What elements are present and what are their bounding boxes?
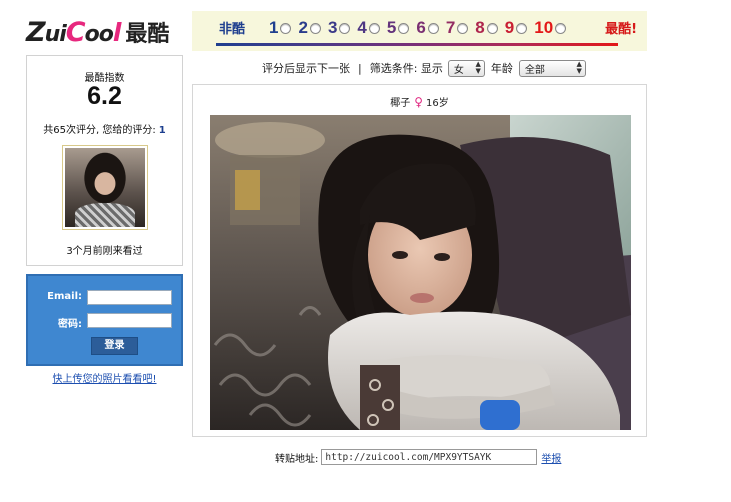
rating-option-9[interactable]: 9 [504,17,528,37]
share-label: 转贴地址: [275,453,319,465]
logo-letter: Z [26,16,46,48]
rating-number: 4 [357,17,367,37]
rating-number: 6 [416,17,426,37]
rating-option-7[interactable]: 7 [445,17,469,37]
thumbnail-image [65,148,145,227]
rating-number: 5 [386,17,397,37]
logo-letter: l [112,17,122,47]
site-logo[interactable]: Z ui C oo l 最酷 [26,12,186,52]
filter-separator: | [358,61,362,75]
rating-radio[interactable] [555,23,567,34]
rating-option-3[interactable]: 3 [327,17,351,37]
score-panel: 最酷指数 6.2 共65次评分, 您给的评分: 1 3个月前刚来看过 [26,55,183,266]
rating-option-5[interactable]: 5 [386,17,410,37]
rating-radio[interactable] [457,23,469,34]
rating-gradient-line [216,43,618,46]
show-next-text: 评分后显示下一张 [262,62,350,75]
logo-wordmark: Z ui C oo l [26,17,121,48]
rating-low-label: 非酷 [219,21,246,37]
rating-option-6[interactable]: 6 [416,17,439,37]
thumbnail-shirt [74,203,136,227]
password-field[interactable] [87,313,172,328]
password-label: 密码: [58,319,82,330]
rating-radio[interactable] [339,23,351,34]
report-link[interactable]: 举报 [541,450,561,465]
rating-radio[interactable] [486,23,498,34]
rating-radio[interactable] [280,23,292,34]
rating-number: 10 [534,17,554,37]
logo-letter: C [65,16,86,48]
rating-number: 3 [327,17,338,37]
rating-bar: 非酷 1 2 3 4 5 6 7 8 9 10 最酷! [192,11,647,51]
logo-chinese: 最酷 [125,22,170,47]
rating-number: 8 [475,17,485,37]
profile-age: 16岁 [426,98,449,109]
profile-photo [210,115,631,430]
age-select[interactable]: 全部 ▲ ▼ [518,59,586,77]
gender-select-value: 女 [453,64,464,76]
age-select-value: 全部 [524,64,545,76]
female-icon: ♀ [414,94,424,109]
filter-label: 筛选条件: 显示 [369,62,443,75]
gender-select[interactable]: 女 ▲ ▼ [447,59,485,77]
rating-number: 9 [504,17,515,37]
photo-card: 椰子 ♀ 16岁 [192,84,647,437]
select-arrows-icon: ▲ ▼ [475,60,481,75]
previous-photo-thumbnail[interactable] [62,145,148,230]
share-url-field[interactable] [321,449,538,465]
last-seen-text: 3个月前刚来看过 [66,246,143,257]
email-field[interactable] [87,290,172,305]
rating-radio[interactable] [427,23,439,34]
upload-photo-link[interactable]: 快上传您的照片看看吧! [26,370,183,385]
my-rating-value: 1 [158,125,166,136]
rating-radio[interactable] [398,23,410,34]
rating-count-info: 共65次评分, 您给的评分: 1 [27,121,182,136]
score-value: 6.2 [87,82,122,110]
login-panel: Email: 密码: 登录 [26,274,183,366]
login-button[interactable]: 登录 [91,337,138,355]
logo-letter: oo [84,21,114,47]
rating-count-text: 共65次评分, 您给的评分: [43,125,156,136]
rating-number: 1 [269,17,279,37]
rating-number: 7 [445,17,456,37]
rating-radio[interactable] [516,23,528,34]
profile-name: 椰子 [390,98,411,109]
rating-number: 2 [298,17,308,37]
rating-option-8[interactable]: 8 [475,17,498,37]
filter-row: 评分后显示下一张 | 筛选条件: 显示 女 ▲ ▼ 年龄 全部 ▲ ▼ [262,59,586,77]
rating-option-10[interactable]: 10 [534,17,567,37]
rating-option-4[interactable]: 4 [357,17,380,37]
profile-photo-illustration [210,115,631,430]
share-row: 转贴地址: 举报 [275,449,561,465]
rating-high-label: 最酷! [605,21,637,37]
rating-radio[interactable] [309,23,321,34]
age-label: 年龄 [490,62,513,75]
rating-option-2[interactable]: 2 [298,17,321,37]
select-arrows-icon: ▲ ▼ [576,60,582,75]
rating-radio[interactable] [368,23,380,34]
email-label: Email: [47,291,82,302]
profile-header: 椰子 ♀ 16岁 [193,94,646,110]
logo-letter: ui [44,21,67,47]
rating-option-1[interactable]: 1 [269,17,292,37]
